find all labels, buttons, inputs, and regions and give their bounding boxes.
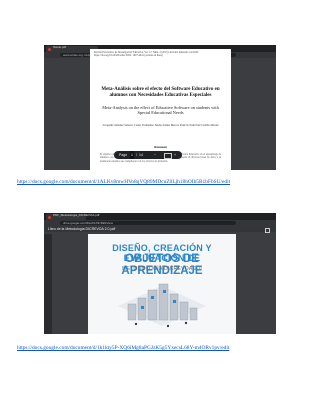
screenshot-pdf-viewer-1: Scielo.pdf www.scielo.org.mx/pdf/ie/v17n…: [44, 45, 276, 170]
page-separator: /: [136, 153, 137, 157]
journal-header: Revista Electrónica de Investigación Edu…: [94, 51, 199, 58]
tab-title: PDF_Metodologia_DICREVOA.pdf: [53, 213, 100, 217]
zoom-in-button[interactable]: +: [174, 151, 176, 159]
pdf-cover-page: DISEÑO, CREACIÓN Y EVALUACIÓN DE OBJETOS…: [88, 234, 236, 334]
tab-title: Scielo.pdf: [53, 45, 67, 49]
article-title: Meta-Análisis sobre el efecto del Softwa…: [101, 87, 220, 98]
google-doc-link-2[interactable]: https://docs.google.com/document/d/1k1kt…: [17, 345, 229, 351]
download-icon[interactable]: [265, 227, 270, 233]
cover-isometric-blocks-illustration: [118, 283, 206, 328]
pdf-page-toolbar: Page 1 / 14 − +: [114, 151, 182, 159]
url-input[interactable]: drive.google.com/file/d/1X9zRk6/view: [60, 221, 236, 225]
tab-favicon-icon: [48, 215, 51, 219]
pdf-filename: Libro de la Metodología DICREVOA 2.0.pdf: [48, 227, 116, 231]
browser-tab-strip: PDF_Metodologia_DICREVOA.pdf: [44, 213, 276, 220]
page-number-input[interactable]: 1: [130, 151, 134, 159]
pdf-viewer-toolbar: Libro de la Metodología DICREVOA 2.0.pdf: [44, 226, 276, 233]
screenshot-pdf-viewer-2: PDF_Metodologia_DICREVOA.pdf drive.googl…: [44, 213, 276, 334]
page-total: 14: [139, 153, 143, 157]
tab-favicon-icon: [48, 47, 51, 51]
abstract-heading: Resumen: [154, 145, 167, 149]
page-label: Page: [119, 153, 128, 157]
article-subtitle: Meta-Analysis on the effect of Educative…: [102, 105, 219, 116]
cover-title-line2: OBJETOS DE APRENDIZAJE: [121, 253, 203, 277]
zoom-out-button[interactable]: −: [154, 151, 156, 159]
fit-page-icon[interactable]: [164, 153, 172, 159]
google-doc-link-1[interactable]: https://docs.google.com/document/d/1ALKv…: [17, 179, 230, 185]
article-authors: Jacquelin Gimenez Salazar, Carlos Fernán…: [102, 124, 219, 127]
thumbnail-sidebar: [44, 234, 52, 334]
cover-subtitle: METODOLOGÍA DICREVOA 2.0: [122, 266, 202, 272]
